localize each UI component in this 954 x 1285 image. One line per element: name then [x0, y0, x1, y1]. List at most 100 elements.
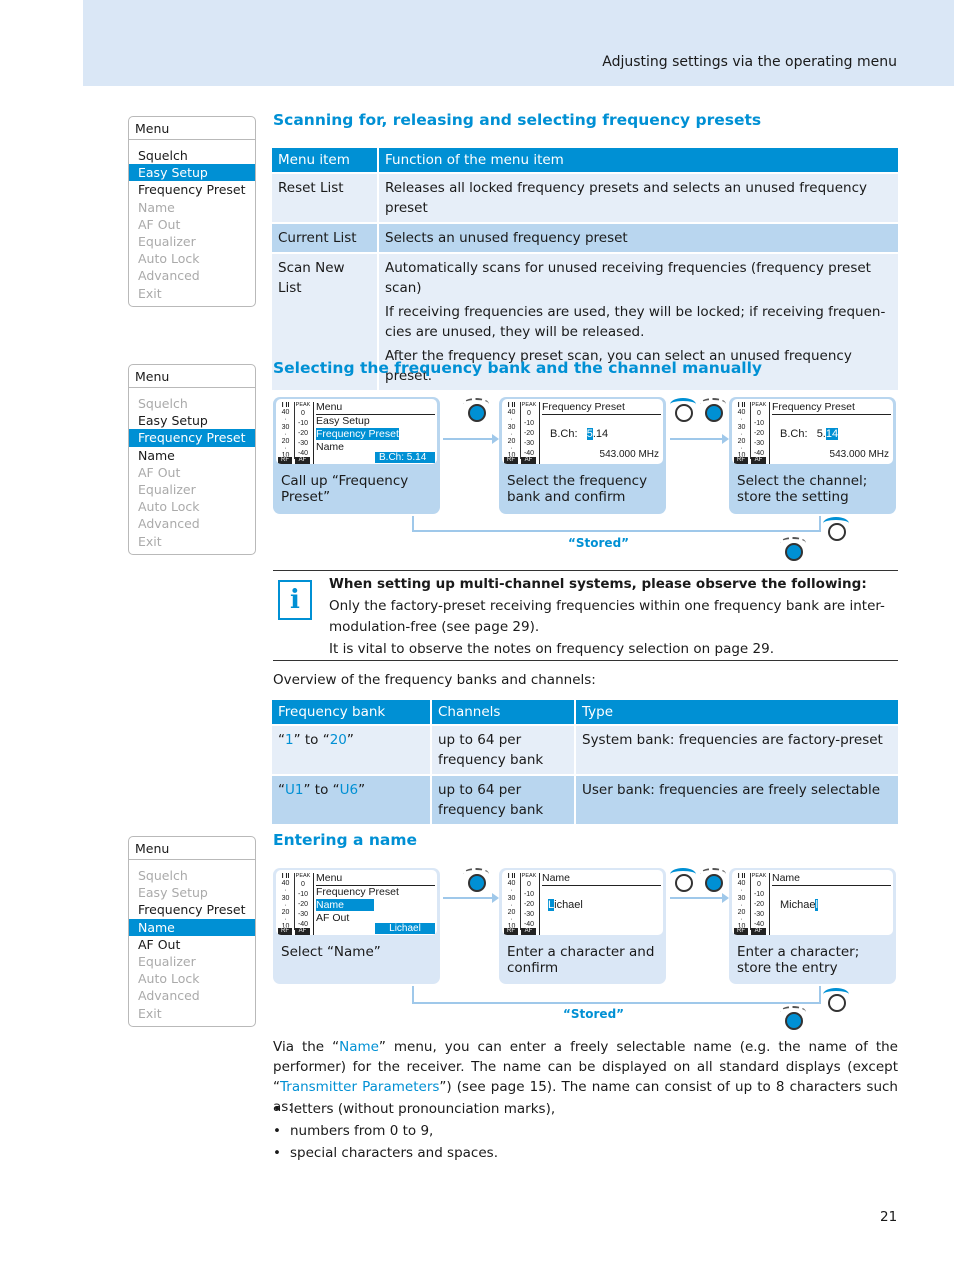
menu-panel-name: Menu Squelch Easy Setup Frequency Preset Nam… — [128, 836, 256, 1027]
channels-cell: up to 64 per frequency bank — [432, 776, 574, 824]
screen-line-selected: Frequency Preset — [316, 428, 399, 440]
transmitter-parameters-ref: Transmitter Parameters — [280, 1079, 440, 1095]
screen-title: Frequency Preset — [542, 401, 661, 415]
bank-channel-bar: B.Ch: 5.14 — [375, 452, 435, 463]
flow-arrow — [443, 434, 499, 444]
col-header: Function of the menu item — [379, 148, 898, 172]
screen-title: Frequency Preset — [772, 401, 891, 415]
screen-title: Name — [772, 872, 891, 886]
menu-item-exit: Exit — [138, 533, 162, 549]
jog-dial-press-icon — [463, 398, 489, 422]
bank-channel-value: B.Ch: 5.14 — [550, 428, 609, 440]
screen-line: Frequency Preset — [316, 886, 399, 898]
header-band: Adjusting settings via the operating men… — [83, 0, 954, 86]
menu-item-af-out: AF Out — [138, 216, 181, 232]
menu-panel-frequency-preset: Menu Squelch Easy Setup Frequency Preset Nam… — [128, 364, 256, 555]
function-text: If receiving frequencies are used, they … — [385, 304, 886, 340]
heading-frequency-presets: Scanning for, releasing and selecting fr… — [273, 111, 762, 129]
name-menu-ref: Name — [339, 1039, 379, 1055]
step-caption: Select “Name” — [281, 944, 381, 960]
jog-dial-turn-icon — [823, 988, 849, 1012]
menu-item-advanced: Advanced — [138, 516, 200, 532]
bank-cell: “U1” to “U6” — [272, 776, 430, 824]
step-panel-1: I II 40 · 30 · 20 · 10 PEAK 0 -10 -20 -30 -40 RF AF Men… — [273, 397, 440, 514]
function-cell: Selects an unused frequency preset — [379, 224, 898, 252]
stored-label: “Stored” — [563, 1007, 625, 1021]
menu-title: Menu — [129, 837, 255, 860]
display-screen: I II 40 · 30 · 20 · 10 PEAK 0 -10 -20 -30 -40 RF AF Nam… — [502, 870, 663, 935]
table-row: “1” to “20” up to 64 per frequency bank Sy… — [272, 726, 898, 774]
info-icon: i — [278, 580, 312, 620]
menu-item-name: Name — [138, 199, 175, 215]
menu-panel-easy-setup: Menu Squelch Easy Setup Frequency Preset Nam… — [128, 116, 256, 307]
step-caption: Call up “Frequency Preset” — [281, 473, 409, 505]
level-meter: I II 40 · 30 · 20 · 10 PEAK 0 -10 -20 -30 -40 RF AF — [278, 873, 313, 935]
menu-item-equalizer: Equalizer — [138, 953, 196, 969]
bank-cell: “1” to “20” — [272, 726, 430, 774]
menu-item-auto-lock: Auto Lock — [138, 251, 200, 267]
step-caption: Select the frequency bank and confirm — [507, 473, 648, 505]
stored-return-line — [412, 516, 821, 532]
type-cell: System bank: frequencies are factory-pre… — [576, 726, 898, 774]
menu-item-squelch: Squelch — [138, 148, 188, 163]
frequency-readout: 543.000 MHz — [599, 449, 659, 460]
menu-item-easy-setup: Easy Setup — [138, 885, 208, 901]
menu-item-equalizer: Equalizer — [138, 481, 196, 497]
section-title: Adjusting settings via the operating men… — [602, 54, 897, 70]
level-meter: I II 40 · 30 · 20 · 10 PEAK 0 -10 -20 -30 -40 RF AF — [734, 402, 769, 464]
menu-item-af-out: AF Out — [138, 936, 181, 952]
name-value: Michael — [780, 899, 818, 911]
menu-item-exit: Exit — [138, 285, 162, 301]
screen-line: Easy Setup — [316, 415, 370, 427]
menu-title: Menu — [129, 365, 255, 388]
stored-return-line — [412, 986, 821, 1004]
table-row: Current List Selects an unused frequency … — [272, 224, 898, 252]
name-bar: Lichael — [375, 923, 435, 934]
name-value: Lichael — [548, 899, 583, 911]
col-header: Menu item — [272, 148, 377, 172]
menu-item-af-out: AF Out — [138, 464, 181, 480]
display-screen: I II 40 · 30 · 20 · 10 PEAK 0 -10 -20 -30 -40 RF AF Fre… — [502, 399, 663, 464]
step-panel-3: I II 40 · 30 · 20 · 10 PEAK 0 -10 -20 -30 -40 RF AF Nam… — [729, 868, 896, 984]
menu-item-cell: Reset List — [272, 174, 377, 222]
character-list: letters (without pronounciation marks), … — [273, 1099, 555, 1165]
display-screen: I II 40 · 30 · 20 · 10 PEAK 0 -10 -20 -30 -40 RF AF Fre… — [732, 399, 893, 464]
menu-title: Menu — [129, 117, 255, 140]
step-caption: Select the channel; store the setting — [737, 473, 868, 505]
col-header: Type — [576, 700, 898, 724]
col-header: Frequency bank — [272, 700, 430, 724]
level-meter: I II 40 · 30 · 20 · 10 PEAK 0 -10 -20 -30 -40 RF AF — [278, 402, 313, 464]
list-item: numbers from 0 to 9, — [273, 1121, 555, 1141]
info-note: i When setting up multi-channel systems,… — [273, 570, 898, 661]
heading-entering-name: Entering a name — [273, 831, 418, 849]
function-text: Automatically scans for unused receiving… — [385, 260, 871, 296]
menu-item-frequency-preset: Frequency Preset — [129, 429, 255, 447]
step-caption: Enter a character and confirm — [507, 944, 655, 976]
level-meter: I II 40 · 30 · 20 · 10 PEAK 0 -10 -20 -30 -40 RF AF — [504, 873, 539, 935]
menu-item-exit: Exit — [138, 1005, 162, 1021]
menu-item-frequency-preset: Frequency Preset — [138, 902, 246, 918]
stored-label: “Stored” — [568, 536, 630, 550]
screen-line: AF Out — [316, 912, 350, 924]
display-screen: I II 40 · 30 · 20 · 10 PEAK 0 -10 -20 -30 -40 RF AF Nam… — [732, 870, 893, 935]
info-line: It is vital to observe the notes on freq… — [329, 641, 774, 657]
jog-dial-turn-icon — [670, 398, 696, 422]
menu-item-equalizer: Equalizer — [138, 233, 196, 249]
screen-title: Menu — [316, 401, 435, 415]
step-panel-2: I II 40 · 30 · 20 · 10 PEAK 0 -10 -20 -30 -40 RF AF Fre… — [499, 397, 666, 514]
menu-item-advanced: Advanced — [138, 268, 200, 284]
list-item: letters (without pronounciation marks), — [273, 1099, 555, 1119]
display-screen: I II 40 · 30 · 20 · 10 PEAK 0 -10 -20 -30 -40 RF AF Men… — [276, 399, 437, 464]
frequency-bank-table: Frequency bank Channels Type “1” to “20”… — [270, 698, 900, 826]
level-meter: I II 40 · 30 · 20 · 10 PEAK 0 -10 -20 -30 -40 RF AF — [734, 873, 769, 935]
table-row: “U1” to “U6” up to 64 per frequency bank U… — [272, 776, 898, 824]
menu-item-auto-lock: Auto Lock — [138, 971, 200, 987]
display-screen: I II 40 · 30 · 20 · 10 PEAK 0 -10 -20 -30 -40 RF AF Men… — [276, 870, 437, 935]
flow-arrow — [443, 893, 499, 903]
jog-dial-press-icon — [780, 537, 806, 561]
frequency-readout: 543.000 MHz — [829, 449, 889, 460]
info-title: When setting up multi-channel systems, p… — [329, 576, 867, 592]
menu-item-auto-lock: Auto Lock — [138, 499, 200, 515]
menu-item-cell: Current List — [272, 224, 377, 252]
menu-item-squelch: Squelch — [138, 396, 188, 411]
